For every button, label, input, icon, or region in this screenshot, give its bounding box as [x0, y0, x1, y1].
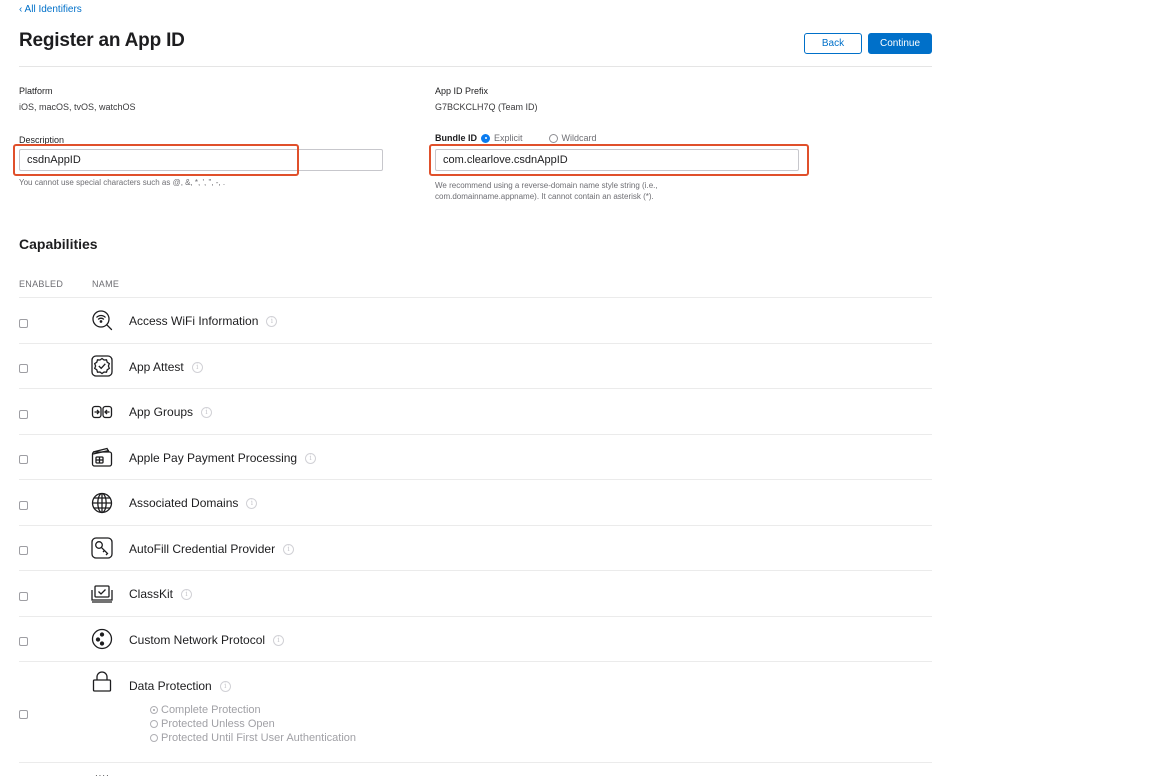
enable-checkbox[interactable] — [19, 319, 28, 328]
radio-icon[interactable] — [150, 720, 158, 728]
option-label: Complete Protection — [161, 704, 261, 716]
lock-icon — [91, 670, 113, 692]
description-hint: You cannot use special characters such a… — [19, 178, 226, 187]
radio-icon[interactable] — [150, 706, 158, 714]
column-header-enabled: ENABLED — [19, 279, 64, 289]
capability-label: ClassKit — [129, 587, 174, 601]
capability-name: Access WiFi Information i — [129, 314, 278, 328]
capability-label: App Groups — [129, 405, 194, 419]
enable-checkbox[interactable] — [19, 364, 28, 373]
capability-row-data-protection: Data Protection i Complete Protection Pro… — [19, 661, 932, 763]
capability-row-associated-domains: Associated Domains i — [19, 479, 932, 526]
wallet-card-icon — [91, 446, 113, 468]
classkit-icon — [91, 583, 113, 605]
capability-row-access-wifi: Access WiFi Information i — [19, 297, 932, 344]
capability-name: Associated Domains i — [129, 496, 258, 510]
capability-row-apple-pay: Apple Pay Payment Processing i — [19, 434, 932, 480]
key-icon — [91, 537, 113, 559]
capability-label: AutoFill Credential Provider — [129, 542, 276, 556]
breadcrumb-all-identifiers[interactable]: ‹ All Identifiers — [19, 4, 82, 15]
back-button[interactable]: Back — [804, 33, 862, 54]
capability-label: Access WiFi Information — [129, 314, 259, 328]
info-icon[interactable]: i — [305, 453, 317, 465]
platform-value: iOS, macOS, tvOS, watchOS — [19, 102, 136, 112]
platform-label: Platform — [19, 86, 53, 96]
enable-checkbox[interactable] — [19, 501, 28, 510]
description-highlight-box — [13, 144, 299, 176]
wifi-search-icon — [91, 309, 113, 331]
enable-checkbox[interactable] — [19, 710, 28, 719]
capability-label: Associated Domains — [129, 496, 239, 510]
capability-label: Data Protection — [129, 679, 212, 693]
info-icon[interactable]: i — [266, 316, 278, 328]
wildcard-radio[interactable] — [548, 133, 558, 143]
option-label: Protected Unless Open — [161, 718, 275, 730]
capability-name: Custom Network Protocol i — [129, 633, 285, 647]
data-protection-option-unless-open[interactable]: Protected Unless Open — [150, 718, 275, 730]
capability-row-autofill: AutoFill Credential Provider i — [19, 525, 932, 571]
capability-name: ClassKit i — [129, 587, 193, 601]
capability-row-next-partial: ···· — [19, 762, 932, 780]
info-icon[interactable]: i — [181, 589, 193, 601]
data-protection-option-first-auth[interactable]: Protected Until First User Authenticatio… — [150, 732, 356, 744]
partial-icon: ···· — [95, 771, 110, 780]
app-groups-icon — [91, 401, 113, 423]
app-id-prefix-label: App ID Prefix — [435, 86, 489, 96]
globe-icon — [91, 492, 113, 514]
capability-label: App Attest — [129, 360, 184, 374]
explicit-radio[interactable] — [481, 133, 490, 143]
enable-checkbox[interactable] — [19, 637, 28, 646]
enable-checkbox[interactable] — [19, 455, 28, 464]
capability-name: App Groups i — [129, 405, 213, 419]
capabilities-heading: Capabilities — [19, 236, 98, 252]
info-icon[interactable]: i — [283, 544, 295, 556]
explicit-label[interactable]: Explicit — [494, 133, 523, 143]
bundle-id-row: Bundle ID Explicit Wildcard — [435, 133, 597, 143]
capability-row-app-attest: App Attest i — [19, 343, 932, 389]
bundle-id-hint-2: com.domainname.appname). It cannot conta… — [435, 192, 654, 201]
network-dots-icon — [91, 628, 113, 650]
capability-row-custom-network: Custom Network Protocol i — [19, 616, 932, 662]
page-title: Register an App ID — [19, 30, 185, 51]
badge-check-icon — [91, 355, 113, 377]
bundle-id-highlight-box — [429, 144, 809, 176]
enable-checkbox[interactable] — [19, 592, 28, 601]
info-icon[interactable]: i — [201, 407, 213, 419]
info-icon[interactable]: i — [273, 635, 285, 647]
capability-name: Apple Pay Payment Processing i — [129, 451, 317, 465]
continue-button[interactable]: Continue — [868, 33, 932, 54]
radio-icon[interactable] — [150, 734, 158, 742]
enable-checkbox[interactable] — [19, 546, 28, 555]
enable-checkbox[interactable] — [19, 410, 28, 419]
capability-name: Data Protection i — [129, 679, 231, 693]
data-protection-option-complete[interactable]: Complete Protection — [150, 704, 261, 716]
info-icon[interactable]: i — [219, 681, 231, 693]
capability-label: Apple Pay Payment Processing — [129, 451, 298, 465]
capability-row-app-groups: App Groups i — [19, 388, 932, 435]
capability-name: App Attest i — [129, 360, 203, 374]
capability-label: Custom Network Protocol — [129, 633, 266, 647]
info-icon[interactable]: i — [191, 362, 203, 374]
info-icon[interactable]: i — [246, 498, 258, 510]
wildcard-label[interactable]: Wildcard — [562, 133, 597, 143]
capability-name: AutoFill Credential Provider i — [129, 542, 295, 556]
column-header-name: NAME — [92, 279, 120, 289]
bundle-id-label: Bundle ID — [435, 133, 477, 143]
app-id-prefix-value: G7BCKCLH7Q (Team ID) — [435, 102, 538, 112]
option-label: Protected Until First User Authenticatio… — [161, 732, 357, 744]
bundle-id-hint-1: We recommend using a reverse-domain name… — [435, 181, 658, 190]
capability-row-classkit: ClassKit i — [19, 570, 932, 617]
header-divider — [19, 66, 932, 67]
